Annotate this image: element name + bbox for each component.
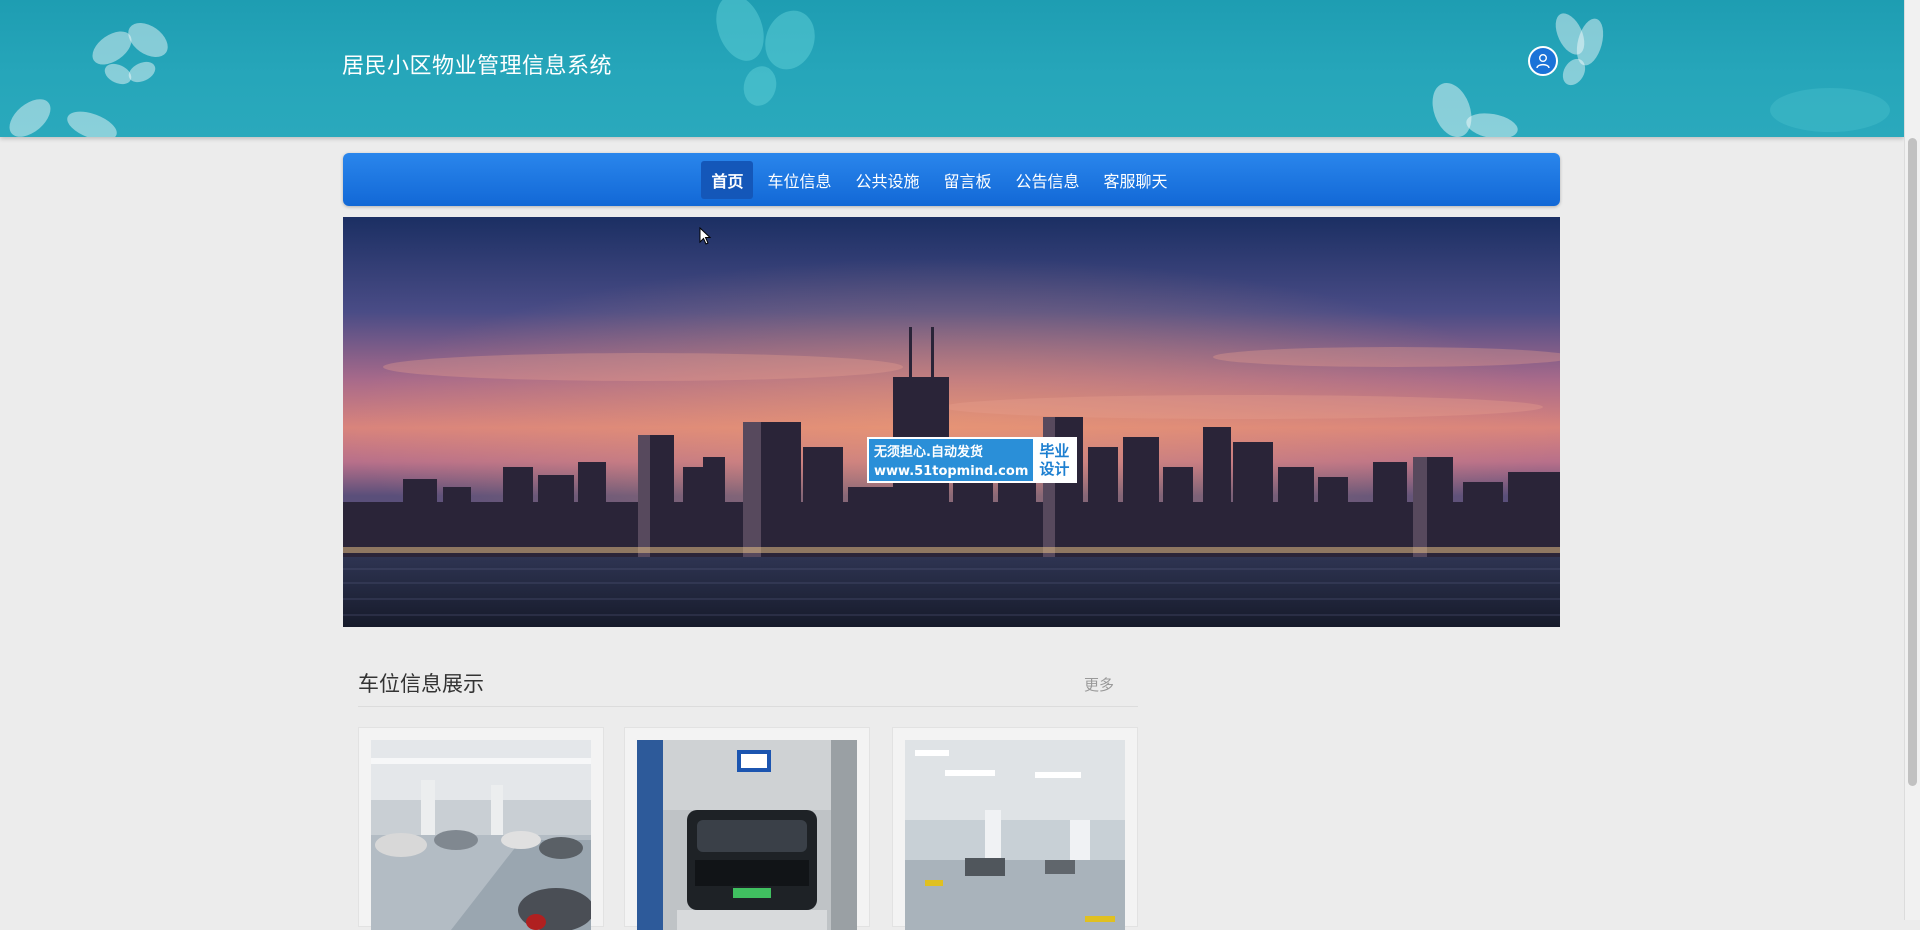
nav-item-parking[interactable]: 车位信息 xyxy=(757,161,841,199)
underground-parking-with-cars-image xyxy=(371,740,591,930)
hero-banner[interactable]: 无须担心.自动发货 www.51topmind.com 毕业 设计 xyxy=(343,217,1560,627)
site-title: 居民小区物业管理信息系统 xyxy=(342,54,613,79)
parking-card[interactable] xyxy=(624,727,870,930)
watermark-tag-line-2: 设计 xyxy=(1039,460,1070,478)
user-icon[interactable] xyxy=(1528,46,1558,76)
more-link[interactable]: 更多 xyxy=(1084,674,1114,695)
mouse-cursor-icon xyxy=(699,227,712,245)
section-title: 车位信息展示 xyxy=(358,672,484,696)
butterfly-decoration xyxy=(9,0,1890,137)
watermark-text: 无须担心.自动发货 www.51topmind.com xyxy=(869,439,1033,481)
section-header: 车位信息展示 更多 xyxy=(358,660,1138,707)
watermark-line-2: www.51topmind.com xyxy=(874,464,1029,479)
watermark-line-1: 无须担心.自动发货 xyxy=(874,445,983,460)
nav-item-announcements[interactable]: 公告信息 xyxy=(1006,161,1090,199)
watermark-badge: 无须担心.自动发货 www.51topmind.com 毕业 设计 xyxy=(867,437,1078,483)
empty-underground-garage-image xyxy=(905,740,1125,930)
top-header: 居民小区物业管理信息系统 xyxy=(0,0,1904,137)
user-icon-glyph xyxy=(1536,54,1550,69)
nav-item-facilities[interactable]: 公共设施 xyxy=(845,161,929,199)
nav-menu: 首页 车位信息 公共设施 留言板 公告信息 客服聊天 xyxy=(701,160,1178,199)
black-suv-in-parking-space-image xyxy=(637,740,857,930)
nav-item-message-board[interactable]: 留言板 xyxy=(934,161,1002,199)
watermark-tag-line-1: 毕业 xyxy=(1039,442,1070,460)
city-skyline-image xyxy=(343,217,1560,627)
parking-card-image xyxy=(905,740,1125,930)
nav-item-customer-chat[interactable]: 客服聊天 xyxy=(1094,161,1178,199)
watermark-tag: 毕业 设计 xyxy=(1033,439,1076,481)
parking-card[interactable] xyxy=(358,727,604,930)
parking-card[interactable] xyxy=(892,727,1138,930)
parking-card-image xyxy=(637,740,857,930)
nav-item-home[interactable]: 首页 xyxy=(701,160,754,199)
main-navbar: 首页 车位信息 公共设施 留言板 公告信息 客服聊天 xyxy=(343,153,1560,206)
parking-card-image xyxy=(371,740,591,930)
page-scrollbar-thumb[interactable] xyxy=(1908,138,1917,786)
